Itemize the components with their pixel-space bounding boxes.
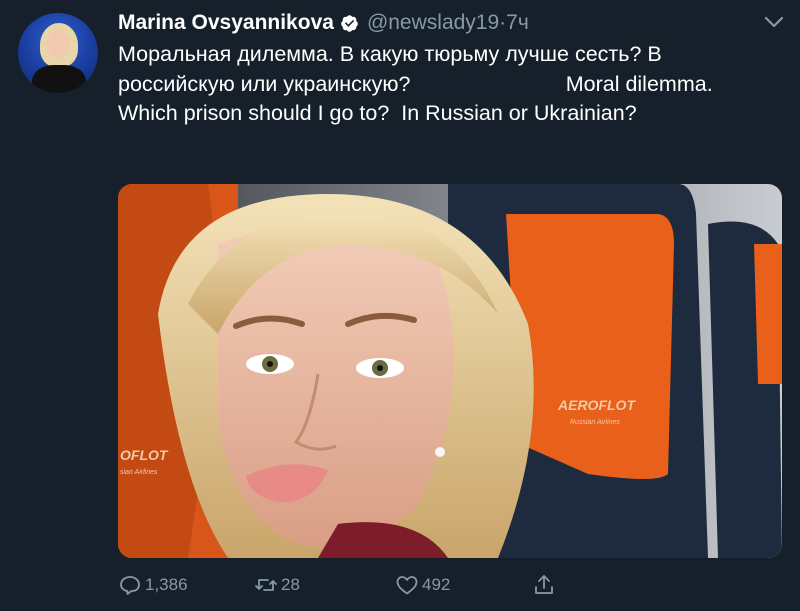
retweet-icon (255, 579, 277, 591)
timestamp[interactable]: 7ч (506, 11, 529, 35)
reply-count: 1,386 (145, 575, 188, 594)
avatar[interactable] (18, 13, 98, 93)
aeroflot-logo-right: AEROFLOT (557, 397, 636, 413)
retweet-count: 28 (281, 575, 300, 594)
aeroflot-sub-left: sian Airlines (120, 469, 158, 476)
author-handle[interactable]: @newslady19 (367, 11, 499, 35)
reply-icon (120, 576, 140, 595)
avatar-body (32, 65, 86, 93)
chevron-down-icon[interactable] (762, 12, 786, 32)
aeroflot-sub-right: Russian Airlines (570, 419, 620, 426)
tweet-text: Моральная дилемма. В какую тюрьму лучше … (118, 42, 725, 125)
separator-dot: · (499, 11, 507, 34)
verified-badge-icon (340, 14, 359, 33)
author-name[interactable]: Marina Ovsyannikova (118, 11, 334, 35)
share-icon (535, 575, 553, 594)
like-count: 492 (422, 575, 451, 594)
reply-button[interactable]: 1,386 (118, 573, 188, 597)
tweet-photo[interactable]: AEROFLOT Russian Airlines OFLOT sian Air… (118, 184, 782, 558)
aeroflot-logo-left: OFLOT (120, 447, 169, 463)
heart-icon (396, 576, 418, 595)
tweet-header: Marina Ovsyannikova @newslady19 · 7ч (118, 8, 529, 38)
like-button[interactable]: 492 (395, 573, 450, 597)
share-button[interactable] (532, 573, 556, 597)
photo-illustration: AEROFLOT Russian Airlines OFLOT sian Air… (118, 184, 782, 558)
retweet-button[interactable]: 28 (254, 573, 300, 597)
avatar-face (47, 30, 69, 58)
tweet-actions: 1,386 28 492 (118, 570, 658, 600)
